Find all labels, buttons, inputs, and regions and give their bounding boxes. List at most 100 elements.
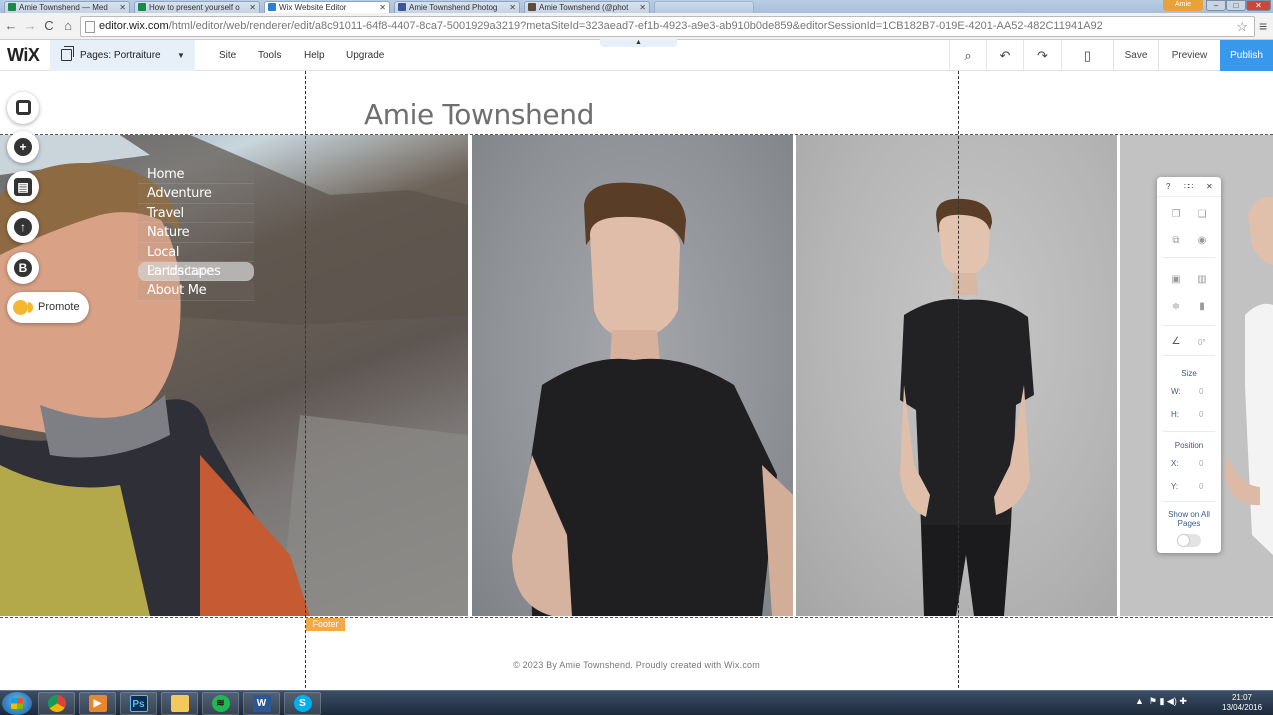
user-button[interactable]: Amie — [1163, 0, 1203, 11]
copy-icon[interactable]: ❐ — [1171, 210, 1181, 220]
browser-menu-icon[interactable]: ≡ — [1259, 18, 1267, 34]
close-icon[interactable]: ✕ — [249, 2, 256, 13]
blog-button[interactable]: B — [7, 252, 39, 284]
hide-icon[interactable]: ◉ — [1197, 236, 1207, 246]
promote-button[interactable]: Promote — [7, 292, 89, 323]
close-icon[interactable]: ✕ — [509, 2, 516, 13]
browser-tab[interactable]: How to present yourself o ✕ — [134, 1, 260, 13]
megaphone-icon — [13, 300, 33, 315]
rotate-icon[interactable]: ∠ — [1171, 337, 1181, 347]
footer-tag[interactable]: Footer — [306, 618, 345, 631]
nav-item-portraiture[interactable]: Portraiture — [138, 261, 254, 282]
nav-item-nature[interactable]: Nature — [138, 223, 254, 243]
save-button[interactable]: Save — [1113, 40, 1158, 71]
duplicate-icon[interactable]: ⧉ — [1171, 236, 1181, 246]
gallery-photo[interactable] — [796, 135, 1117, 616]
layout-panel[interactable]: ? ∷∷ ✕ ❐ ❏ ⧉ ◉ ▣ ▥ ≑ ▮ ∠ 0° Size W: 0 H:… — [1157, 177, 1221, 553]
site-nav-menu[interactable]: Home Adventure Travel Nature Local Lands… — [138, 165, 254, 301]
close-icon[interactable]: ✕ — [119, 2, 126, 13]
arrange-icon[interactable]: ▣ — [1171, 275, 1181, 285]
nav-item-adventure[interactable]: Adventure — [138, 184, 254, 204]
close-icon[interactable]: ✕ — [379, 2, 386, 13]
background-tool-button[interactable] — [7, 92, 39, 124]
rotate-value[interactable]: 0° — [1198, 338, 1206, 347]
new-tab-button[interactable] — [654, 1, 754, 13]
minimize-icon[interactable]: – — [1206, 0, 1226, 11]
browser-tab[interactable]: Amie Townshend — Med ✕ — [4, 1, 130, 13]
page-guide-right[interactable] — [958, 71, 959, 688]
nav-item-local-landscapes[interactable]: Local Landscapes — [138, 242, 254, 279]
y-value[interactable]: 0 — [1199, 482, 1203, 491]
help-icon[interactable]: ? — [1166, 182, 1170, 191]
upload-button[interactable]: ↑ — [7, 211, 39, 243]
wix-icon — [268, 3, 276, 11]
height-value[interactable]: 0 — [1199, 410, 1203, 419]
close-icon[interactable]: ✕ — [1206, 182, 1213, 191]
drag-handle-icon[interactable]: ∷∷ — [1184, 182, 1193, 191]
facebook-icon — [398, 3, 406, 11]
browser-tab-active[interactable]: Wix Website Editor ✕ — [264, 1, 390, 13]
file-explorer-icon[interactable] — [161, 692, 198, 715]
undo-icon[interactable]: ↶ — [986, 40, 1023, 71]
app-market-icon: ▤ — [14, 177, 32, 196]
pages-dropdown[interactable]: Pages: Portraiture ▼ — [50, 40, 195, 71]
gallery-photo[interactable] — [472, 135, 793, 616]
forward-icon[interactable]: → — [22, 18, 38, 33]
menu-upgrade[interactable]: Upgrade — [346, 40, 384, 71]
word-icon[interactable]: W — [243, 692, 280, 715]
browser-tab[interactable]: Amie Townshend (@phot ✕ — [524, 1, 650, 13]
reload-icon[interactable]: C — [41, 18, 57, 33]
plus-icon: + — [14, 137, 32, 156]
x-label: X: — [1171, 459, 1179, 468]
x-value[interactable]: 0 — [1199, 459, 1203, 468]
browser-tab[interactable]: Amie Townshend Photog ✕ — [394, 1, 520, 13]
taskbar-clock[interactable]: 21:07 13/04/2016 — [1222, 693, 1262, 713]
match-size-icon[interactable]: ▮ — [1197, 302, 1207, 312]
skype-icon[interactable]: S — [284, 692, 321, 715]
nav-item-about-me[interactable]: About Me — [138, 281, 254, 301]
screen: Amie Townshend — Med ✕ How to present you… — [0, 0, 1273, 715]
page-guide-left[interactable] — [305, 71, 306, 688]
menu-site[interactable]: Site — [219, 40, 236, 71]
system-tray[interactable]: ▲ ⚑ ▮ ◀) ✚ — [1135, 696, 1187, 707]
zoom-icon[interactable]: ⌕ — [949, 40, 986, 71]
back-icon[interactable]: ← — [3, 18, 19, 33]
window-close-icon[interactable]: ✕ — [1246, 0, 1271, 11]
wix-logo[interactable]: WiX — [7, 45, 40, 66]
chrome-icon[interactable] — [38, 692, 75, 715]
add-button[interactable]: + — [7, 131, 39, 163]
nav-item-travel[interactable]: Travel — [138, 203, 254, 224]
divider — [1163, 325, 1215, 326]
media-player-icon[interactable]: ▶ — [79, 692, 116, 715]
bookmark-star-icon[interactable]: ☆ — [1236, 17, 1248, 36]
pages-dropdown-label: Pages: Portraiture — [80, 50, 161, 61]
paste-icon[interactable]: ❏ — [1197, 210, 1207, 220]
url-input[interactable]: editor.wix.com/html/editor/web/renderer/… — [80, 16, 1255, 37]
portrait-photo-3 — [900, 198, 1034, 616]
redo-icon[interactable]: ↷ — [1023, 40, 1061, 71]
divider — [1163, 355, 1215, 356]
photoshop-icon[interactable]: Ps — [120, 692, 157, 715]
footer-text[interactable]: © 2023 By Amie Townshend. Proudly create… — [0, 660, 1273, 670]
menu-tools[interactable]: Tools — [258, 40, 281, 71]
preview-button[interactable]: Preview — [1158, 40, 1220, 71]
publish-button[interactable]: Publish — [1220, 40, 1273, 71]
address-bar: ← → C ⌂ editor.wix.com/html/editor/web/r… — [0, 13, 1273, 40]
mobile-view-icon[interactable]: ▯ — [1061, 40, 1113, 71]
start-button[interactable] — [2, 692, 32, 715]
show-on-all-pages-label: Show on All Pages — [1168, 510, 1210, 528]
maximize-icon[interactable]: □ — [1226, 0, 1246, 11]
site-title[interactable]: Amie Townshend — [364, 98, 594, 131]
spotify-icon[interactable]: ≋ — [202, 692, 239, 715]
divider — [1163, 257, 1215, 258]
close-icon[interactable]: ✕ — [639, 2, 646, 13]
align-icon[interactable]: ▥ — [1197, 275, 1207, 285]
width-value[interactable]: 0 — [1199, 387, 1203, 396]
show-on-all-pages-toggle[interactable] — [1177, 534, 1201, 547]
app-market-button[interactable]: ▤ — [7, 171, 39, 203]
nav-item-home[interactable]: Home — [138, 165, 254, 185]
distribute-icon[interactable]: ≑ — [1171, 302, 1181, 312]
collapse-toolbar-tab[interactable]: ▲ — [600, 39, 677, 47]
menu-help[interactable]: Help — [304, 40, 325, 71]
home-icon[interactable]: ⌂ — [60, 18, 76, 33]
